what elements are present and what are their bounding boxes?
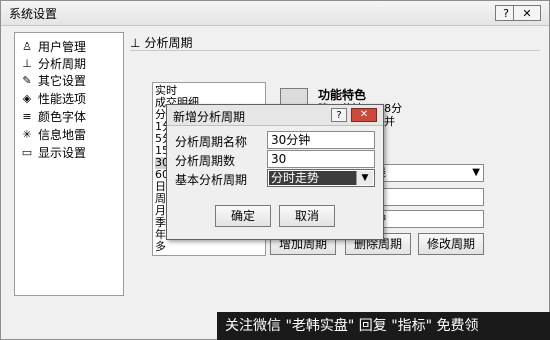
cancel-button[interactable]: 取消: [279, 205, 335, 227]
modify-period-button[interactable]: 修改周期: [418, 233, 484, 255]
settings-nav: ♙ 用户管理 ⊥ 分析周期 ✎ 其它设置 ◈ 性能选项 ≡ 颜色字体 ✳ 信息地…: [14, 32, 124, 296]
close-button[interactable]: ✕: [513, 5, 541, 21]
promo-watermark: 关注微信 "老韩实盘" 回复 "指标" 免费领: [217, 312, 550, 340]
user-icon: ♙: [22, 39, 32, 53]
tool-icon: ✎: [22, 73, 32, 87]
chevron-down-icon: ▼: [356, 171, 373, 185]
period-field[interactable]: [370, 188, 484, 206]
nav-item-performance[interactable]: ◈ 性能选项: [19, 90, 86, 106]
period-icon: ⊥: [22, 56, 32, 70]
info-mine-icon: ✳: [22, 127, 32, 141]
panel-header: ⊥ 分析周期: [130, 34, 192, 51]
font-color-icon: ≡: [22, 109, 32, 123]
nav-item-other-settings[interactable]: ✎ 其它设置: [19, 72, 86, 88]
period-count-input[interactable]: 30: [267, 150, 375, 168]
dialog-title: 新增分析周期: [173, 110, 246, 124]
nav-item-label: 分析周期: [38, 56, 87, 71]
period-type-select[interactable]: 线 ▼: [370, 164, 484, 182]
nav-item-label: 用户管理: [38, 39, 87, 54]
title-bar: 系统设置 ? ✕: [1, 1, 549, 26]
nav-item-color-font[interactable]: ≡ 颜色字体: [19, 108, 86, 124]
dialog-close-button[interactable]: ✕: [351, 108, 377, 122]
base-period-label: 基本分析周期: [175, 173, 248, 187]
list-item[interactable]: 多: [155, 241, 166, 253]
ok-button[interactable]: 确定: [215, 205, 271, 227]
base-period-select[interactable]: 分时走势 ▼: [267, 169, 375, 187]
performance-icon: ◈: [22, 91, 32, 105]
nav-item-info-mine[interactable]: ✳ 信息地雷: [19, 126, 86, 142]
display-icon: ▭: [21, 145, 33, 159]
dialog-help-button[interactable]: ?: [331, 108, 347, 122]
new-period-dialog: 新增分析周期 ? ✕ 分析周期名称 30分钟 分析周期数 30 基本分析周期 分…: [166, 104, 384, 240]
period-name-input[interactable]: 30分钟: [267, 131, 375, 149]
feature-title: 功能特色: [318, 88, 367, 102]
nav-item-label: 颜色字体: [38, 109, 87, 124]
period-icon: ⊥: [130, 36, 141, 50]
nav-item-label: 其它设置: [38, 73, 87, 88]
period-name-label: 分析周期名称: [175, 135, 248, 149]
nav-item-label: 性能选项: [38, 91, 87, 106]
window-title: 系统设置: [9, 7, 58, 21]
nav-item-user-management[interactable]: ♙ 用户管理: [19, 38, 86, 54]
nav-item-label: 信息地雷: [38, 127, 87, 142]
base-period-value: 分时走势: [269, 171, 357, 185]
period-count-label: 分析周期数: [175, 154, 236, 168]
period-name-field[interactable]: 钟: [370, 210, 484, 228]
nav-item-analysis-period[interactable]: ⊥ 分析周期: [19, 55, 86, 71]
nav-item-display[interactable]: ▭ 显示设置: [19, 144, 86, 160]
chevron-down-icon: ▼: [472, 167, 480, 178]
panel-title: 分析周期: [144, 36, 193, 50]
nav-item-label: 显示设置: [38, 145, 87, 160]
dialog-title-bar: 新增分析周期 ? ✕: [167, 105, 383, 126]
